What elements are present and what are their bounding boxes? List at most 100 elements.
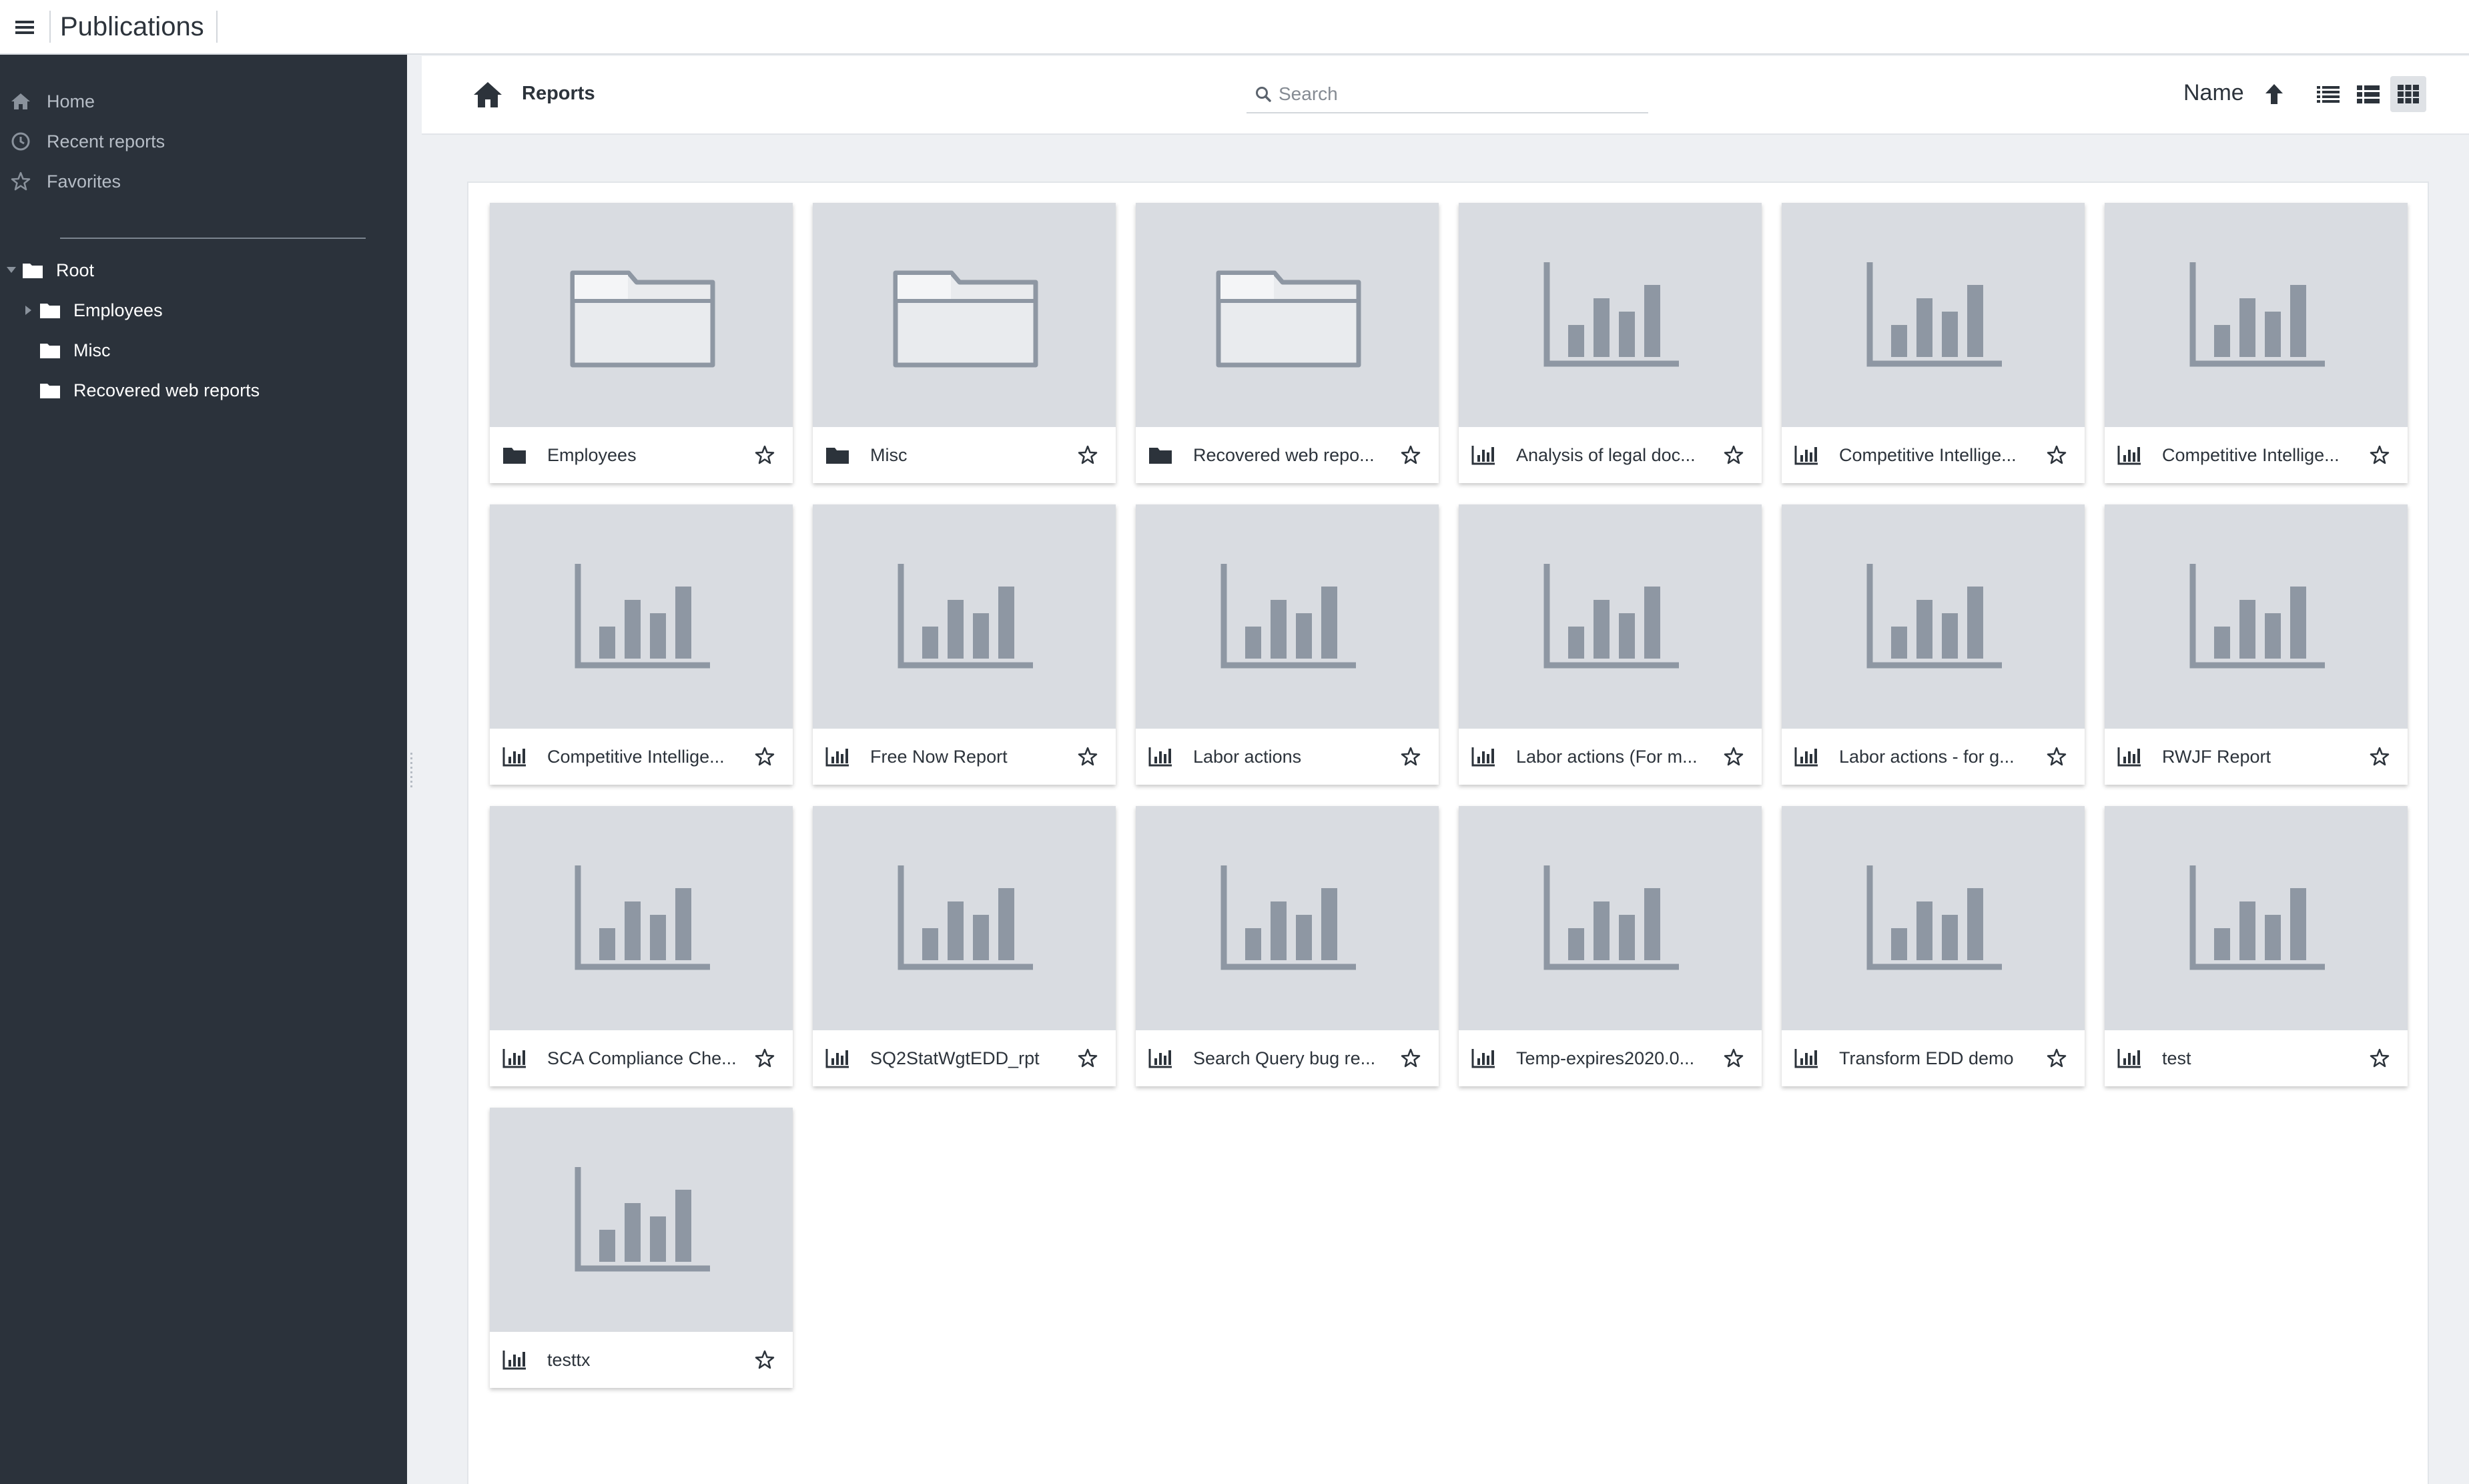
bar-chart-icon (502, 1349, 527, 1371)
card-title: Transform EDD demo (1839, 1048, 2014, 1068)
folder-thumbnail-icon (490, 203, 793, 427)
report-card[interactable]: Competitive Intellige... (2105, 203, 2408, 483)
detail-view-button[interactable] (2350, 76, 2386, 112)
favorite-star-icon[interactable] (754, 444, 775, 466)
favorite-star-icon[interactable] (1077, 746, 1098, 767)
folder-card[interactable]: Employees (490, 203, 793, 483)
folder-icon (502, 444, 527, 466)
grid-view-button[interactable] (2390, 76, 2426, 112)
report-card[interactable]: Transform EDD demo (1782, 806, 2085, 1086)
card-title: SCA Compliance Che... (547, 1048, 737, 1068)
header-divider (49, 11, 51, 43)
sidebar-item-home[interactable]: Home (9, 85, 95, 117)
folder-icon (23, 264, 43, 278)
card-title: Competitive Intellige... (547, 746, 725, 767)
clock-icon (11, 132, 30, 151)
favorite-star-icon[interactable] (1723, 444, 1744, 466)
folder-icon (40, 304, 60, 318)
card-footer: SCA Compliance Che... (490, 1030, 793, 1086)
card-title: Labor actions (For m... (1516, 746, 1698, 767)
sidebar-item-favorites[interactable]: Favorites (9, 165, 121, 198)
hamburger-menu-icon[interactable] (13, 15, 36, 40)
chart-thumbnail-icon (490, 806, 793, 1030)
favorite-star-icon[interactable] (1400, 746, 1421, 767)
favorite-star-icon[interactable] (2046, 746, 2067, 767)
favorite-star-icon[interactable] (1077, 444, 1098, 466)
sort-field-label[interactable]: Name (2183, 80, 2244, 106)
report-card[interactable]: Temp-expires2020.0... (1459, 806, 1762, 1086)
favorite-star-icon[interactable] (1077, 1048, 1098, 1069)
sort-ascending-arrow-icon[interactable] (2262, 81, 2286, 107)
favorite-star-icon[interactable] (754, 1048, 775, 1069)
card-title: Misc (870, 444, 908, 465)
chart-thumbnail-icon (1782, 203, 2085, 427)
card-title: Labor actions - for g... (1839, 746, 2015, 767)
chart-thumbnail-icon (490, 504, 793, 729)
tree-item-root[interactable]: Root (4, 255, 94, 286)
favorite-star-icon[interactable] (2046, 1048, 2067, 1069)
sidebar-item-label: Favorites (47, 171, 121, 192)
card-title: testtx (547, 1349, 591, 1370)
favorite-star-icon[interactable] (754, 746, 775, 767)
report-card[interactable]: Competitive Intellige... (1782, 203, 2085, 483)
favorite-star-icon[interactable] (754, 1349, 775, 1371)
folder-icon (1148, 444, 1173, 466)
report-card[interactable]: Free Now Report (813, 504, 1116, 785)
favorite-star-icon[interactable] (2369, 1048, 2390, 1069)
report-card[interactable]: Labor actions (1136, 504, 1439, 785)
folder-card[interactable]: Misc (813, 203, 1116, 483)
card-title: Employees (547, 444, 637, 465)
favorite-star-icon[interactable] (1400, 444, 1421, 466)
card-footer: Employees (490, 427, 793, 483)
card-footer: RWJF Report (2105, 729, 2408, 785)
search-input[interactable] (1279, 83, 1639, 105)
report-card[interactable]: RWJF Report (2105, 504, 2408, 785)
card-title: SQ2StatWgtEDD_rpt (870, 1048, 1040, 1068)
chart-thumbnail-icon (1459, 806, 1762, 1030)
list-view-button[interactable] (2310, 76, 2346, 112)
bar-chart-icon (1471, 444, 1496, 466)
bar-chart-icon (2117, 1048, 2142, 1069)
favorite-star-icon[interactable] (1400, 1048, 1421, 1069)
report-card[interactable]: Search Query bug re... (1136, 806, 1439, 1086)
caret-right-icon[interactable] (21, 303, 36, 318)
card-title: Temp-expires2020.0... (1516, 1048, 1695, 1068)
app-header: Publications (0, 0, 2469, 55)
caret-down-icon[interactable] (4, 263, 19, 278)
chart-thumbnail-icon (1136, 504, 1439, 729)
card-title: Labor actions (1193, 746, 1302, 767)
report-card[interactable]: Labor actions (For m... (1459, 504, 1762, 785)
sidebar-resize-handle[interactable] (410, 750, 414, 790)
favorite-star-icon[interactable] (1723, 746, 1744, 767)
report-card[interactable]: Analysis of legal doc... (1459, 203, 1762, 483)
breadcrumb[interactable]: Reports (522, 83, 595, 105)
sidebar-item-recent-reports[interactable]: Recent reports (9, 125, 165, 157)
report-card[interactable]: Labor actions - for g... (1782, 504, 2085, 785)
report-card[interactable]: Competitive Intellige... (490, 504, 793, 785)
favorite-star-icon[interactable] (2046, 444, 2067, 466)
search-box[interactable] (1247, 76, 1648, 113)
folder-icon (825, 444, 850, 466)
tree-item-misc[interactable]: Misc (21, 335, 111, 366)
list-view-icon (2317, 86, 2340, 103)
detail-list-icon (2357, 85, 2380, 103)
report-card[interactable]: testtx (490, 1108, 793, 1388)
favorite-star-icon[interactable] (1723, 1048, 1744, 1069)
bar-chart-icon (1148, 746, 1173, 767)
tree-item-recovered-web-reports[interactable]: Recovered web reports (21, 375, 260, 406)
favorite-star-icon[interactable] (2369, 746, 2390, 767)
tree-item-label: Employees (73, 300, 163, 320)
sidebar-item-label: Recent reports (47, 131, 165, 151)
card-footer: Recovered web repo... (1136, 427, 1439, 483)
tree-item-employees[interactable]: Employees (21, 295, 163, 326)
home-icon[interactable] (472, 80, 503, 109)
favorite-star-icon[interactable] (2369, 444, 2390, 466)
report-card[interactable]: SQ2StatWgtEDD_rpt (813, 806, 1116, 1086)
report-card[interactable]: SCA Compliance Che... (490, 806, 793, 1086)
chart-thumbnail-icon (813, 504, 1116, 729)
folder-card[interactable]: Recovered web repo... (1136, 203, 1439, 483)
card-footer: test (2105, 1030, 2408, 1086)
report-card[interactable]: test (2105, 806, 2408, 1086)
app-title: Publications (60, 12, 204, 41)
bar-chart-icon (502, 1048, 527, 1069)
